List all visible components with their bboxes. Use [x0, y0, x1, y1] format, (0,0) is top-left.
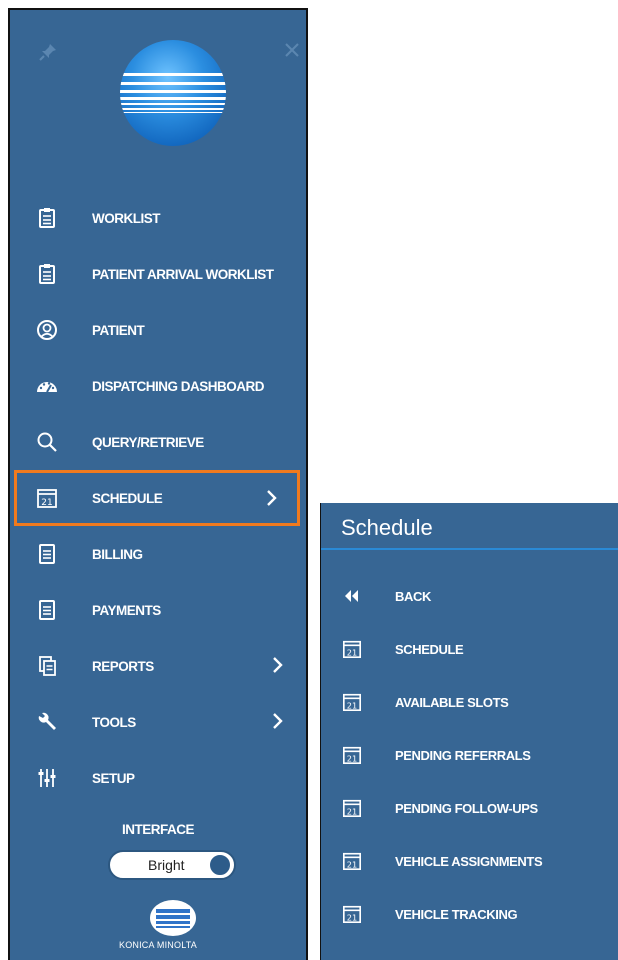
calendar-day-text: 21 [347, 647, 357, 657]
sliders-icon [38, 769, 56, 787]
document-icon [39, 600, 55, 620]
sidebar-item-label: TOOLS [92, 714, 136, 730]
theme-toggle[interactable]: Bright [108, 850, 236, 880]
toggle-knob [208, 853, 232, 877]
calendar-day-text: 21 [347, 912, 357, 922]
calendar-icon: 21 [343, 746, 361, 764]
calendar-day-text: 21 [41, 498, 52, 508]
patient-icon [37, 320, 57, 340]
submenu-item-label: VEHICLE ASSIGNMENTS [395, 853, 543, 869]
calendar-icon: 21 [343, 640, 361, 658]
sidebar-item-label: QUERY/RETRIEVE [92, 434, 204, 450]
submenu-item-vehicle-tracking[interactable]: 21 VEHICLE TRACKING [321, 894, 618, 934]
sidebar-item-schedule[interactable]: 21 SCHEDULE [14, 470, 300, 526]
calendar-day-text: 21 [347, 806, 357, 816]
submenu-item-label: SCHEDULE [395, 641, 464, 657]
calendar-icon: 21 [343, 693, 361, 711]
double-chevron-left-icon [345, 590, 358, 602]
dashboard-icon [37, 382, 57, 393]
sidebar-item-patient-arrival-worklist[interactable]: PATIENT ARRIVAL WORKLIST [20, 250, 306, 298]
sidebar-item-patient[interactable]: PATIENT [20, 306, 306, 354]
app-logo [120, 40, 226, 146]
document-icon [39, 544, 55, 564]
submenu-title: Schedule [341, 515, 433, 540]
sidebar-item-billing[interactable]: BILLING [20, 530, 306, 578]
sidebar-item-reports[interactable]: REPORTS [20, 642, 306, 690]
title-divider [321, 548, 618, 550]
calendar-icon: 21 [37, 489, 57, 508]
calendar-icon: 21 [343, 799, 361, 817]
chevron-right-icon [273, 657, 283, 673]
submenu-item-pending-follow-ups[interactable]: 21 PENDING FOLLOW-UPS [321, 788, 618, 828]
sidebar-item-label: DISPATCHING DASHBOARD [92, 378, 265, 394]
sidebar-item-label: PAYMENTS [92, 602, 161, 618]
submenu-item-schedule[interactable]: 21 SCHEDULE [321, 629, 618, 669]
submenu-item-label: PENDING FOLLOW-UPS [395, 800, 538, 816]
submenu-item-label: AVAILABLE SLOTS [395, 694, 509, 710]
sidebar-item-label: REPORTS [92, 658, 154, 674]
clipboard-icon [39, 264, 55, 284]
sidebar-item-label: PATIENT ARRIVAL WORKLIST [92, 266, 274, 282]
sidebar-item-worklist[interactable]: WORKLIST [20, 194, 306, 242]
navigation-sidebar: WORKLIST PATIENT ARRIVAL WORKLIST PATIEN… [8, 8, 308, 960]
clipboard-icon [39, 208, 55, 228]
submenu-item-label: PENDING REFERRALS [395, 747, 531, 763]
sidebar-item-tools[interactable]: TOOLS [20, 698, 306, 746]
brand-name: KONICA MINOLTA [119, 940, 197, 950]
reports-icon [39, 656, 56, 676]
submenu-item-label: VEHICLE TRACKING [395, 906, 518, 922]
sidebar-item-label: SETUP [92, 770, 135, 786]
sidebar-item-label: WORKLIST [92, 210, 161, 226]
close-icon[interactable] [284, 42, 300, 58]
sidebar-item-label: PATIENT [92, 322, 145, 338]
calendar-icon: 21 [343, 852, 361, 870]
theme-toggle-label: Bright [148, 857, 185, 873]
schedule-submenu: Schedule BACK 21 SCHEDULE 21 AVAILABLE S… [320, 503, 618, 960]
sidebar-item-dispatching-dashboard[interactable]: DISPATCHING DASHBOARD [20, 362, 306, 410]
submenu-item-pending-referrals[interactable]: 21 PENDING REFERRALS [321, 735, 618, 775]
pin-icon[interactable] [38, 42, 58, 62]
interface-label: INTERFACE [121, 822, 195, 837]
submenu-item-back[interactable]: BACK [321, 576, 618, 616]
submenu-item-available-slots[interactable]: 21 AVAILABLE SLOTS [321, 682, 618, 722]
calendar-day-text: 21 [347, 753, 357, 763]
wrench-icon [38, 712, 56, 730]
calendar-day-text: 21 [347, 859, 357, 869]
konica-minolta-logo [150, 900, 196, 936]
sidebar-item-label: BILLING [92, 546, 143, 562]
sidebar-item-label: SCHEDULE [92, 490, 163, 506]
calendar-icon: 21 [343, 905, 361, 923]
chevron-right-icon [273, 713, 283, 729]
submenu-item-label: BACK [395, 588, 431, 604]
calendar-day-text: 21 [347, 700, 357, 710]
submenu-item-vehicle-assignments[interactable]: 21 VEHICLE ASSIGNMENTS [321, 841, 618, 881]
search-icon [37, 432, 57, 452]
chevron-right-icon [267, 490, 277, 506]
sidebar-item-setup[interactable]: SETUP [20, 754, 306, 802]
sidebar-item-payments[interactable]: PAYMENTS [20, 586, 306, 634]
sidebar-item-query-retrieve[interactable]: QUERY/RETRIEVE [20, 418, 306, 466]
